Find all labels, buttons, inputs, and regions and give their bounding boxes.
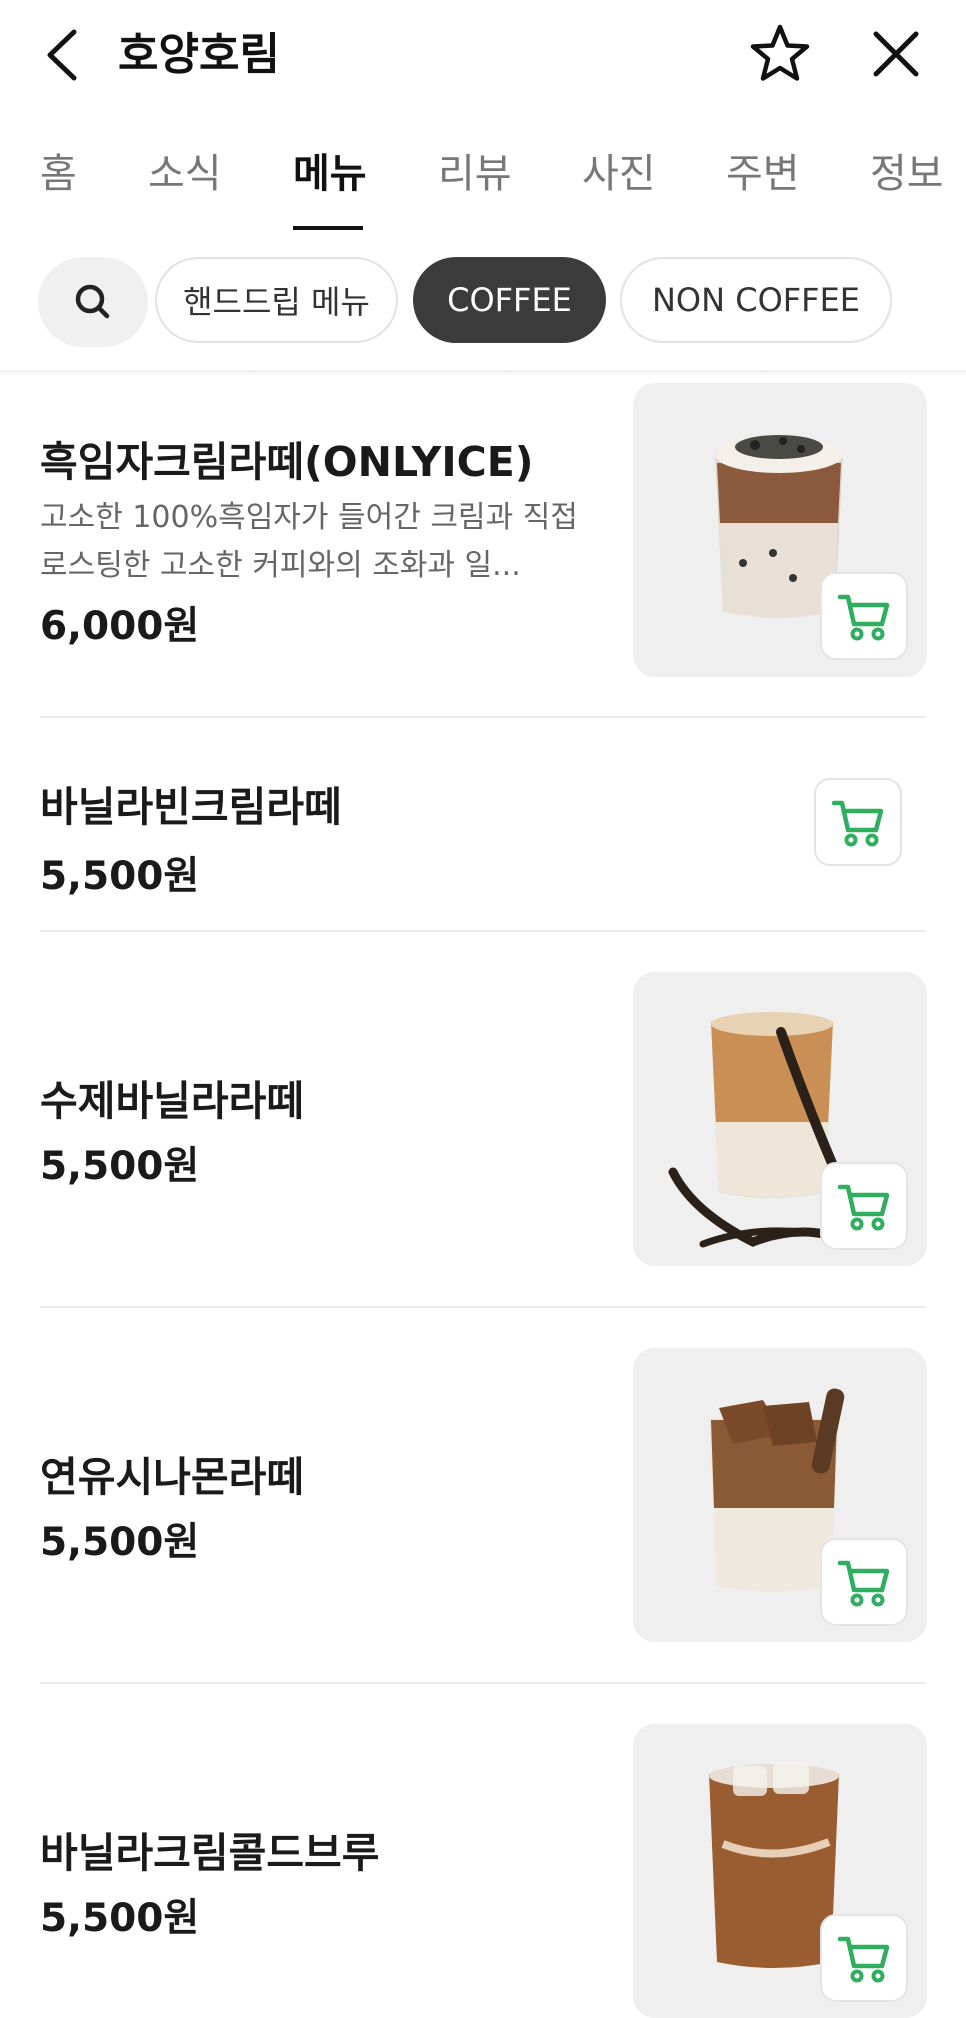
active-tab-indicator	[293, 226, 363, 230]
close-icon	[873, 31, 919, 77]
menu-item[interactable]: 연유시나몬라떼 5,500원	[0, 1308, 966, 1682]
tab-bar: 홈 소식 메뉴 리뷰 사진 주변 정보	[0, 130, 966, 230]
close-button[interactable]	[870, 28, 922, 80]
tab-reviews[interactable]: 리뷰	[438, 148, 512, 200]
tab-info[interactable]: 정보	[870, 148, 944, 200]
menu-item-name: 연유시나몬라떼	[40, 1453, 305, 1501]
chevron-left-icon	[47, 29, 77, 81]
menu-item[interactable]: 수제바닐라라떼 5,500원	[0, 932, 966, 1306]
top-bar: 호양호림	[0, 0, 966, 115]
menu-item[interactable]: 바닐라빈크림라떼 5,500원	[0, 718, 966, 930]
favorite-button[interactable]	[748, 22, 812, 86]
menu-item-price: 5,500원	[40, 1896, 200, 1941]
menu-item-price: 5,500원	[40, 1520, 200, 1565]
shopping-cart-icon	[837, 1560, 890, 1607]
menu-item-name: 바닐라크림콜드브루	[40, 1829, 380, 1877]
menu-item-price: 6,000원	[40, 604, 200, 649]
menu-search-button[interactable]	[38, 257, 148, 347]
shopping-cart-icon	[837, 1184, 890, 1231]
tab-news[interactable]: 소식	[148, 148, 222, 200]
shopping-cart-icon	[837, 594, 890, 641]
shopping-cart-icon	[831, 800, 884, 847]
add-to-cart-button[interactable]	[820, 1538, 908, 1626]
category-chip-row: 핸드드립 메뉴 COFFEE NON COFFEE	[0, 255, 966, 351]
menu-item-name: 수제바닐라라떼	[40, 1077, 305, 1125]
header-divider	[0, 370, 966, 376]
chip-hand-drip-menu[interactable]: 핸드드립 메뉴	[155, 257, 398, 343]
back-button[interactable]	[40, 28, 88, 82]
page-title: 호양호림	[118, 29, 280, 80]
menu-item-price: 5,500원	[40, 1144, 200, 1189]
tab-home[interactable]: 홈	[40, 148, 77, 200]
menu-item[interactable]: 흑임자크림라떼(ONLYICE) 고소한 100%흑임자가 들어간 크림과 직접…	[0, 380, 966, 720]
add-to-cart-button[interactable]	[820, 1162, 908, 1250]
tab-nearby[interactable]: 주변	[726, 148, 800, 200]
add-to-cart-button[interactable]	[820, 1914, 908, 2002]
star-icon	[750, 24, 810, 81]
menu-item[interactable]: 바닐라크림콜드브루 5,500원	[0, 1684, 966, 2018]
chip-coffee[interactable]: COFFEE	[413, 257, 606, 343]
shopping-cart-icon	[837, 1936, 890, 1983]
add-to-cart-button[interactable]	[814, 778, 902, 866]
menu-item-name: 바닐라빈크림라떼	[40, 783, 342, 831]
menu-item-name: 흑임자크림라떼(ONLYICE)	[40, 438, 534, 486]
search-icon	[75, 284, 110, 319]
tab-menu[interactable]: 메뉴	[293, 148, 367, 200]
menu-item-price: 5,500원	[40, 854, 200, 899]
chip-non-coffee[interactable]: NON COFFEE	[620, 257, 892, 343]
tab-photos[interactable]: 사진	[582, 148, 656, 200]
add-to-cart-button[interactable]	[820, 572, 908, 660]
menu-item-description: 고소한 100%흑임자가 들어간 크림과 직접 로스팅한 고소한 커피와의 조화…	[40, 500, 578, 583]
